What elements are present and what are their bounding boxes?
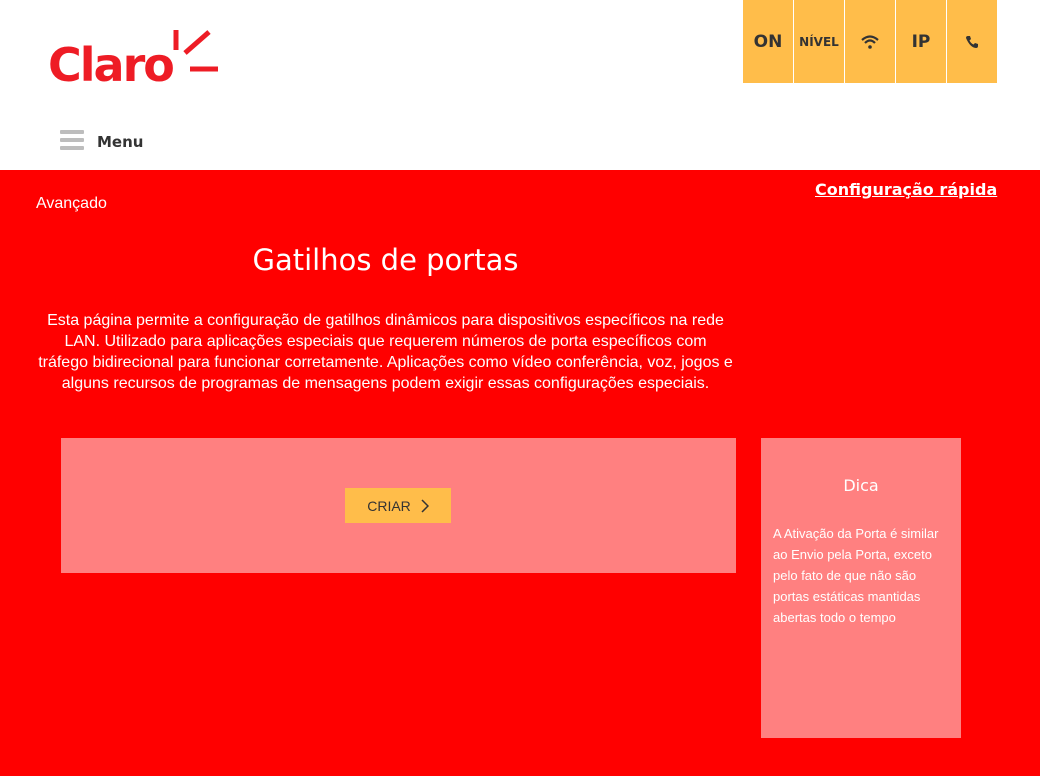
- quick-config-link[interactable]: Configuração rápida: [815, 180, 997, 199]
- status-bar: ON NÍVEL IP: [743, 0, 997, 83]
- create-button-label: CRIAR: [367, 497, 411, 514]
- page-title: Gatilhos de portas: [252, 243, 519, 278]
- status-ip[interactable]: IP: [896, 0, 947, 83]
- wifi-icon: [861, 34, 879, 49]
- logo-wordmark: Claro: [48, 38, 175, 92]
- menu-label: Menu: [97, 133, 144, 151]
- logo-rays-icon: [173, 30, 218, 72]
- status-wifi[interactable]: [845, 0, 896, 83]
- menu-button[interactable]: Menu: [60, 128, 143, 151]
- create-button[interactable]: CRIAR: [345, 488, 451, 523]
- status-phone[interactable]: [947, 0, 997, 83]
- status-on-label: ON: [753, 31, 783, 52]
- status-ip-label: IP: [911, 31, 931, 52]
- tip-panel: Dica A Ativação da Porta é similar ao En…: [761, 438, 961, 738]
- action-panel: CRIAR: [61, 438, 736, 573]
- hamburger-icon: [60, 129, 84, 150]
- phone-icon: [966, 35, 978, 48]
- page-description: Esta página permite a configuração de ga…: [38, 312, 733, 392]
- status-level[interactable]: NÍVEL: [794, 0, 845, 83]
- tip-text: A Ativação da Porta é similar ao Envio p…: [773, 526, 939, 625]
- chevron-right-icon: [421, 498, 429, 513]
- header: Claro ON NÍVEL IP Menu: [0, 0, 1040, 170]
- status-level-label: NÍVEL: [799, 34, 839, 49]
- breadcrumb[interactable]: Avançado: [36, 195, 107, 213]
- claro-logo[interactable]: Claro: [48, 26, 223, 96]
- tip-title: Dica: [843, 476, 879, 495]
- status-on[interactable]: ON: [743, 0, 794, 83]
